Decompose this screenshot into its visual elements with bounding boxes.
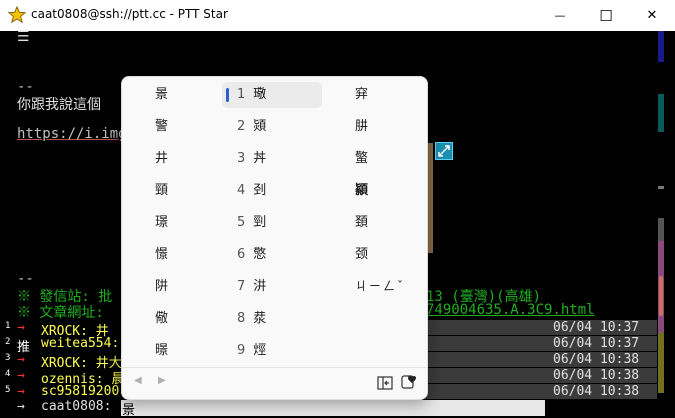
image-link[interactable]: https://i.img: [17, 126, 127, 142]
candidate-char: 憼: [253, 247, 267, 262]
candidate-number: 2: [237, 119, 246, 134]
candidate-numbered[interactable]: 4刭: [237, 178, 266, 204]
candidate-number: 7: [237, 279, 246, 294]
prompt-arrow: →: [17, 399, 25, 414]
star-app-icon: [8, 6, 26, 24]
candidate-number: 8: [237, 311, 246, 326]
push-time: 06/04 10:37: [553, 320, 640, 335]
minimize-button[interactable]: —: [537, 0, 583, 31]
push-index: 5: [5, 385, 11, 395]
candidate-number: 5: [237, 215, 246, 230]
candidate-number: 9: [237, 343, 246, 358]
minimize-icon: —: [554, 9, 566, 22]
bopomofo-reading: ㄐㄧㄥˇ: [355, 279, 406, 293]
push-time: 06/04 10:38: [553, 352, 640, 367]
candidate-char: 刭: [253, 183, 267, 198]
maximize-icon: ☐: [599, 6, 613, 25]
candidate-char: 剄: [253, 215, 267, 230]
candidate-numbered[interactable]: 3丼: [237, 146, 266, 172]
candidate-numbered[interactable]: 9烴: [237, 338, 266, 364]
candidate-right[interactable]: 穽: [355, 82, 368, 108]
window-titlebar: caat0808@ssh://ptt.cc - PTT Star — ☐ ✕: [0, 0, 675, 31]
candidate-left[interactable]: 儆: [155, 306, 168, 332]
candidate-number: 1: [237, 87, 246, 102]
candidate-char: 丼: [253, 151, 267, 166]
push-tag: →: [17, 320, 25, 335]
candidate-left[interactable]: 阱: [155, 274, 168, 300]
prompt-user: caat0808:: [41, 399, 112, 414]
push-index: 3: [5, 353, 11, 363]
candidate-right[interactable]: 蟼: [355, 146, 368, 172]
candidate-number: 3: [237, 151, 246, 166]
candidate-left[interactable]: 璟: [155, 210, 168, 236]
candidate-number: 6: [237, 247, 246, 262]
dock-panel-icon[interactable]: [377, 376, 393, 390]
candidate-right[interactable]: 肼: [355, 114, 368, 140]
signature-separator: --: [17, 79, 34, 95]
push-time: 06/04 10:38: [553, 368, 640, 383]
candidate-char: 烴: [253, 343, 267, 358]
push-time: 06/04 10:37: [553, 336, 640, 351]
scroll-segment-olive: [658, 333, 664, 393]
candidate-char: 汬: [253, 311, 267, 326]
window-title: caat0808@ssh://ptt.cc - PTT Star: [31, 7, 228, 21]
push-tag: →: [17, 384, 25, 399]
reply-input-text: 景: [122, 403, 136, 418]
candidate-right[interactable]: 颈: [355, 242, 368, 268]
scroll-thumb[interactable]: [659, 276, 663, 316]
candidate-number: 4: [237, 183, 246, 198]
chat-line: 你跟我說這個: [17, 97, 101, 113]
favorite-icon[interactable]: [401, 374, 417, 390]
expand-image-icon[interactable]: [435, 142, 453, 160]
push-index: 2: [5, 337, 11, 347]
push-index: 1: [5, 321, 11, 331]
candidate-numbered[interactable]: 8汬: [237, 306, 266, 332]
menu-icon[interactable]: ☰: [17, 29, 30, 45]
candidate-left[interactable]: 警: [155, 114, 168, 140]
candidate-numbered[interactable]: 7汫: [237, 274, 266, 300]
reply-prompt: → caat0808: 景: [0, 399, 657, 418]
push-tag: →: [17, 352, 25, 367]
candidate-left[interactable]: 憬: [155, 242, 168, 268]
ime-candidate-window: 景警井頸璟憬阱儆暻 1璥2熲3丼4刭5剄6憼7汫8汬9烴 穽肼蟼顈頚颈 ㄐㄧㄥˇ…: [121, 76, 428, 400]
candidate-selection-bar: [226, 88, 229, 102]
push-index: 4: [5, 369, 11, 379]
candidate-numbered[interactable]: 6憼: [237, 242, 266, 268]
article-url-label: ※ 文章網址:: [17, 305, 113, 321]
candidate-left[interactable]: 頸: [155, 178, 168, 204]
close-icon: ✕: [646, 8, 658, 23]
prev-page-icon[interactable]: ◀: [134, 375, 142, 386]
candidate-numbered[interactable]: 2熲: [237, 114, 266, 140]
push-tag: →: [17, 368, 25, 383]
signature-separator-2: --: [17, 271, 34, 287]
close-button[interactable]: ✕: [629, 0, 675, 31]
candidate-right[interactable]: 顈: [355, 178, 368, 204]
candidate-left[interactable]: 景: [155, 82, 168, 108]
scroll-segment-teal: [658, 94, 664, 132]
push-user: weitea554:: [41, 336, 120, 351]
push-user: sc95819200: [41, 384, 120, 399]
candidate-numbered[interactable]: 1璥: [237, 82, 266, 108]
maximize-button[interactable]: ☐: [583, 0, 629, 31]
ime-footer: ◀ ▶: [122, 367, 427, 400]
candidate-char: 璥: [253, 87, 267, 102]
candidate-left[interactable]: 暻: [155, 338, 168, 364]
candidate-left[interactable]: 井: [155, 146, 168, 172]
scroll-segment-gray: [658, 186, 664, 189]
scroll-segment-blue: [658, 31, 664, 62]
article-url-link[interactable]: 749004635.A.3C9.html: [426, 302, 595, 318]
push-time: 06/04 10:38: [553, 384, 640, 399]
terminal-scrollbar[interactable]: [657, 31, 675, 416]
candidate-char: 熲: [253, 119, 267, 134]
candidate-right[interactable]: 頚: [355, 210, 368, 236]
candidate-char: 汫: [253, 279, 267, 294]
reply-input[interactable]: [121, 400, 545, 416]
next-page-icon[interactable]: ▶: [158, 375, 166, 386]
candidate-numbered[interactable]: 5剄: [237, 210, 266, 236]
